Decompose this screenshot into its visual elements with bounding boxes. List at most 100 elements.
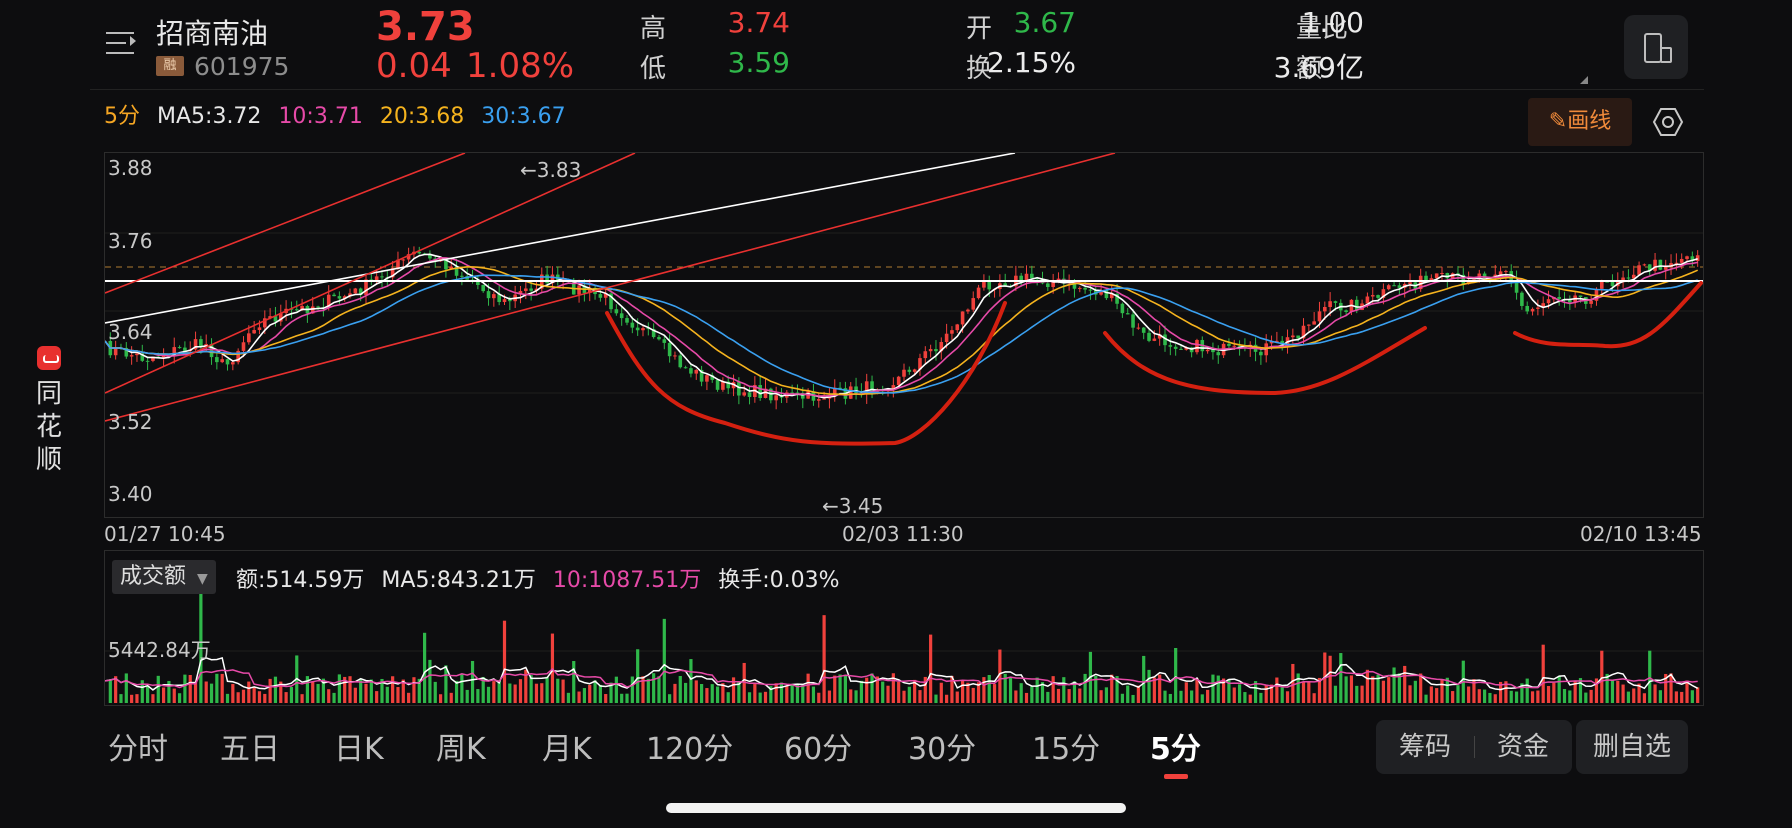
volume-bar [588, 684, 592, 703]
tab-120min[interactable]: 120分 [646, 724, 733, 768]
volume-bar [273, 676, 278, 703]
volume-bar [1621, 684, 1625, 703]
high-marker: ←3.83 [520, 158, 582, 182]
logo-char: 同 [35, 379, 62, 409]
volume-bar [833, 675, 837, 703]
tab-15min[interactable]: 15分 [1032, 724, 1100, 768]
volume-bar [1243, 692, 1247, 703]
volume-bar [1333, 685, 1338, 703]
candle-body [1498, 271, 1503, 275]
volume-bar [124, 673, 128, 703]
tab-weekly[interactable]: 周K [436, 724, 486, 768]
volume-bar [1483, 689, 1487, 703]
candle-body [1610, 281, 1615, 287]
chart-action-group: 筹码 资金 [1376, 720, 1572, 774]
candle-body [1370, 295, 1375, 297]
volume-bar [311, 681, 315, 703]
volume-bar [1589, 689, 1593, 703]
volume-bar [1690, 690, 1694, 703]
volume-bar [1008, 677, 1013, 703]
volume-bar [1408, 685, 1412, 703]
tab-intraday[interactable]: 分时 [108, 724, 168, 768]
candle-body [1312, 321, 1316, 325]
candle-body [950, 330, 954, 334]
tab-5min[interactable]: 5分 [1150, 724, 1201, 768]
candle-body [598, 294, 603, 298]
candle-body [976, 287, 981, 299]
volume-bar [391, 676, 395, 703]
candle-body [401, 259, 406, 261]
draw-line-button[interactable]: ✎画线 [1528, 98, 1632, 146]
volume-bar [945, 694, 949, 703]
funds-button[interactable]: 资金 [1474, 720, 1572, 774]
volume-bar [1381, 680, 1385, 703]
volume-bar [886, 685, 890, 703]
volume-bar [1456, 685, 1460, 703]
candle-body [715, 379, 720, 390]
volume-bar [1030, 686, 1034, 703]
menu-icon[interactable] [106, 30, 138, 58]
chips-button[interactable]: 筹码 [1376, 720, 1474, 774]
volume-bar [710, 684, 714, 703]
candle-body [1376, 295, 1380, 298]
volume-bar [529, 675, 533, 703]
candle-body [1365, 296, 1370, 304]
volume-bar [486, 686, 491, 703]
volume-bar [151, 694, 155, 703]
volume-bar [902, 690, 906, 703]
candle-body [353, 288, 358, 294]
volume-bar [827, 690, 832, 703]
volume-bar [726, 692, 730, 703]
volume-bar [119, 694, 123, 703]
tab-60min[interactable]: 60分 [784, 724, 852, 768]
candle-body [1408, 282, 1412, 284]
volume-bar [1568, 690, 1572, 703]
candle-body [1434, 273, 1439, 279]
expand-corner-icon[interactable] [1580, 76, 1588, 84]
volume-ratio-value: 1.00 [1301, 6, 1364, 39]
candle-body [257, 327, 262, 331]
volume-bar [220, 673, 224, 703]
volume-bar [209, 683, 214, 703]
tab-five-day[interactable]: 五日 [220, 724, 280, 768]
volume-bar [737, 682, 741, 703]
candle-body [1530, 308, 1535, 312]
volume-bar [1174, 648, 1178, 703]
candle-body [662, 339, 667, 343]
kline-chart[interactable] [104, 152, 1704, 518]
volume-bar [1195, 678, 1199, 703]
volume-bar [1355, 685, 1359, 703]
volume-bar [747, 692, 752, 703]
volume-bar [865, 677, 869, 703]
tab-30min[interactable]: 30分 [908, 724, 976, 768]
tab-daily[interactable]: 日K [334, 724, 384, 768]
volume-indicator-select[interactable]: 成交额 ▼ [112, 560, 216, 594]
candle-body [1695, 255, 1700, 261]
volume-bar [593, 680, 597, 703]
volume-bar [1051, 676, 1055, 703]
volume-bar [396, 687, 400, 703]
volume-bar [1248, 694, 1252, 703]
tab-monthly[interactable]: 月K [542, 724, 592, 768]
candle-body [1546, 299, 1551, 304]
volume-bar [652, 673, 656, 703]
period-label[interactable]: 5分 [104, 104, 140, 129]
settings-icon[interactable] [1652, 106, 1684, 138]
volume-bar [268, 678, 272, 703]
candle-body [476, 281, 480, 285]
volume-bar [1653, 684, 1657, 703]
volume-bar [955, 691, 959, 703]
volume-bar [1525, 678, 1529, 703]
volume-bar [1413, 680, 1417, 703]
volume-bar [1562, 688, 1567, 703]
volume-bar [918, 690, 922, 703]
volume-bar [534, 683, 539, 703]
remove-watchlist-button[interactable]: 删自选 [1576, 720, 1688, 774]
chevron-down-icon: ▼ [197, 571, 208, 587]
candle-body [1589, 300, 1593, 304]
candle-body [1195, 340, 1199, 353]
volume-bar [183, 674, 187, 703]
volume-bar [1392, 667, 1396, 703]
cup-drawing [1103, 326, 1427, 396]
landscape-toggle-button[interactable] [1624, 15, 1688, 79]
